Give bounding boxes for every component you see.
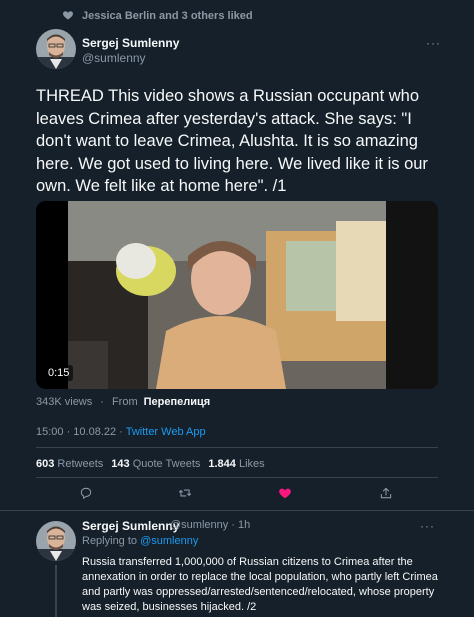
- engagement-stats: 603 Retweets 143 Quote Tweets 1.844 Like…: [36, 458, 267, 470]
- comment-icon: [79, 486, 93, 505]
- reply-text: Russia transferred 1,000,000 of Russian …: [82, 556, 438, 613]
- client-link[interactable]: Twitter Web App: [126, 426, 206, 438]
- retweets-stat[interactable]: 603 Retweets: [36, 458, 103, 470]
- share-button[interactable]: [377, 486, 395, 504]
- video-frame: [36, 201, 438, 389]
- quote-tweets-stat[interactable]: 143 Quote Tweets: [111, 458, 200, 470]
- timestamp-row: 15:00 · 10.08.22 · Twitter Web App: [36, 426, 206, 438]
- author-name[interactable]: Sergej Sumlenny: [82, 36, 179, 50]
- likes-stat[interactable]: 1.844 Likes: [208, 458, 264, 470]
- author-handle[interactable]: @sumlenny: [82, 51, 146, 65]
- tweet-text: THREAD This video shows a Russian occupa…: [36, 87, 428, 195]
- author-handle[interactable]: @sumlenny · 1h: [170, 519, 250, 531]
- divider: [36, 477, 438, 478]
- source-account-link[interactable]: Перепелиця: [144, 396, 211, 408]
- heart-filled-icon: [278, 486, 292, 505]
- separator-dot: ·: [100, 396, 104, 408]
- replying-to: Replying to @sumlenny: [82, 535, 199, 547]
- author-name[interactable]: Sergej Sumlenny: [82, 519, 179, 533]
- retweet-icon: [178, 486, 192, 505]
- divider: [36, 447, 438, 448]
- like-button[interactable]: [276, 486, 294, 504]
- timestamp[interactable]: 15:00 · 10.08.22 ·: [36, 426, 126, 438]
- liked-by-text: Jessica Berlin and 3 others liked: [82, 10, 253, 22]
- divider: [0, 510, 474, 511]
- video-player[interactable]: 0:15: [36, 201, 438, 389]
- more-options-button[interactable]: ···: [420, 519, 435, 533]
- avatar[interactable]: [36, 521, 76, 561]
- more-options-button[interactable]: ···: [426, 36, 441, 50]
- thread-line: [55, 565, 57, 617]
- avatar[interactable]: [36, 29, 76, 69]
- views-row: 343K views · From Перепелиця: [36, 396, 210, 408]
- reply-button[interactable]: [77, 486, 95, 504]
- share-icon: [379, 486, 393, 505]
- view-count: 343K views: [36, 396, 93, 408]
- from-label: From: [111, 396, 138, 408]
- retweet-button[interactable]: [176, 486, 194, 504]
- replying-to-link[interactable]: @sumlenny: [140, 535, 198, 547]
- video-duration: 0:15: [44, 365, 74, 381]
- social-context[interactable]: Jessica Berlin and 3 others liked: [62, 9, 253, 23]
- heart-icon: [62, 9, 74, 24]
